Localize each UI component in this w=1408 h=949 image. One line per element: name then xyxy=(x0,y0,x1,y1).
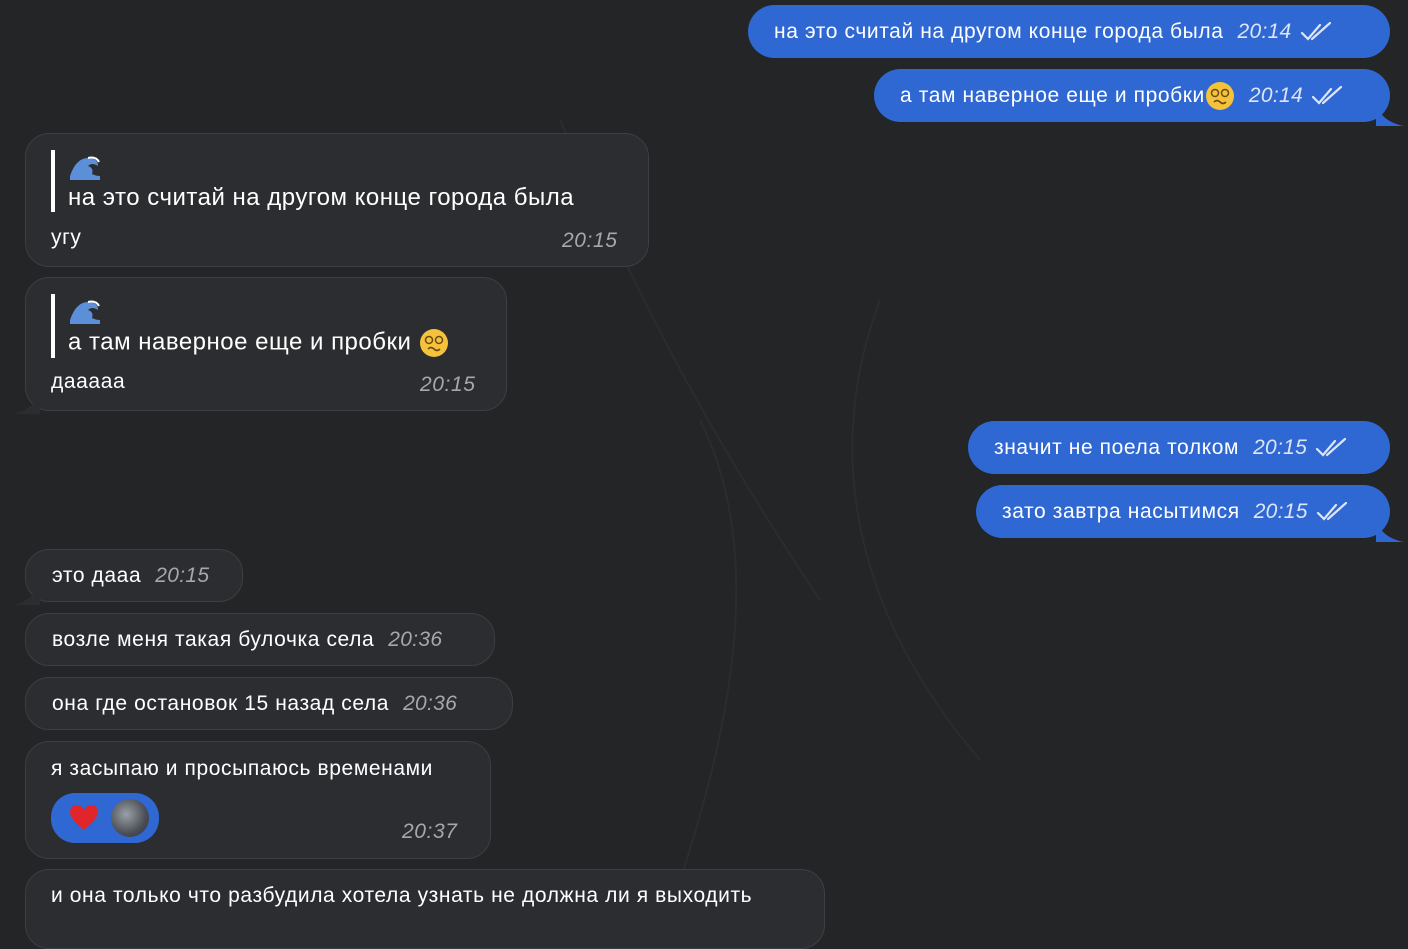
message-text: значит не поела толком xyxy=(994,435,1240,459)
message-incoming[interactable]: и она только что разбудила хотела узнать… xyxy=(25,869,825,949)
message-incoming-with-reaction[interactable]: я засыпаю и просыпаюсь временами 20:37 xyxy=(25,741,491,859)
message-time: 20:15 xyxy=(420,373,476,396)
bubble-tail xyxy=(1376,104,1404,126)
message-outgoing[interactable]: а там наверное еще и пробки 20:14 xyxy=(874,69,1404,126)
message-text: зато завтра насытимся xyxy=(1002,499,1240,523)
reply-quote[interactable]: а там наверное еще и пробки xyxy=(51,294,449,358)
message-text: она где остановок 15 назад села xyxy=(52,691,390,715)
woozy-face-icon xyxy=(419,329,448,357)
message-incoming[interactable]: возле меня такая булочка села 20:36 xyxy=(25,613,495,666)
message-time: 20:15 xyxy=(155,563,210,587)
message-text: на это считай на другом конце города был… xyxy=(774,19,1224,43)
reply-quote[interactable]: на это считай на другом конце города был… xyxy=(51,150,574,212)
message-time: 20:15 xyxy=(1253,435,1308,459)
read-checkmarks-icon xyxy=(1300,21,1331,41)
quoted-text: а там наверное еще и пробки xyxy=(68,328,449,358)
message-incoming-reply[interactable]: а там наверное еще и пробки дааааа 20:15 xyxy=(12,277,507,414)
message-time: 20:37 xyxy=(402,820,458,843)
bubble-tail xyxy=(1376,520,1404,542)
wave-icon xyxy=(70,300,100,324)
read-checkmarks-icon xyxy=(1311,85,1343,105)
read-checkmarks-icon xyxy=(1316,437,1347,457)
message-text: и она только что разбудила хотела узнать… xyxy=(51,884,753,907)
message-text: дааааа xyxy=(51,370,126,393)
message-text: возле меня такая булочка села xyxy=(52,627,375,651)
bubble-tail xyxy=(12,392,40,414)
message-incoming-reply[interactable]: на это считай на другом конце города был… xyxy=(25,133,649,267)
message-outgoing[interactable]: значит не поела толком 20:15 xyxy=(968,421,1390,474)
message-text: я засыпаю и просыпаюсь временами xyxy=(51,757,433,780)
message-text: угу xyxy=(51,226,82,249)
red-heart-icon xyxy=(70,805,98,830)
bubble-tail xyxy=(12,583,40,605)
message-outgoing[interactable]: на это считай на другом конце города был… xyxy=(748,5,1390,58)
message-time: 20:15 xyxy=(1253,499,1308,523)
reaction-pill[interactable] xyxy=(51,793,159,843)
message-incoming[interactable]: она где остановок 15 назад села 20:36 xyxy=(25,677,513,730)
message-outgoing[interactable]: зато завтра насытимся 20:15 xyxy=(976,485,1404,542)
message-time: 20:36 xyxy=(388,627,443,651)
avatar[interactable] xyxy=(111,799,149,837)
message-time: 20:14 xyxy=(1237,19,1292,43)
message-text: а там наверное еще и пробки xyxy=(900,83,1205,107)
message-time: 20:15 xyxy=(562,229,618,252)
message-time: 20:36 xyxy=(403,691,458,715)
quoted-text: на это считай на другом конце города был… xyxy=(68,184,575,211)
message-time: 20:14 xyxy=(1248,83,1303,107)
woozy-face-icon xyxy=(1205,81,1234,110)
message-text: это дааа xyxy=(52,563,142,587)
read-checkmarks-icon xyxy=(1316,501,1347,521)
wave-icon xyxy=(70,156,100,180)
message-incoming[interactable]: это дааа 20:15 xyxy=(12,549,243,605)
